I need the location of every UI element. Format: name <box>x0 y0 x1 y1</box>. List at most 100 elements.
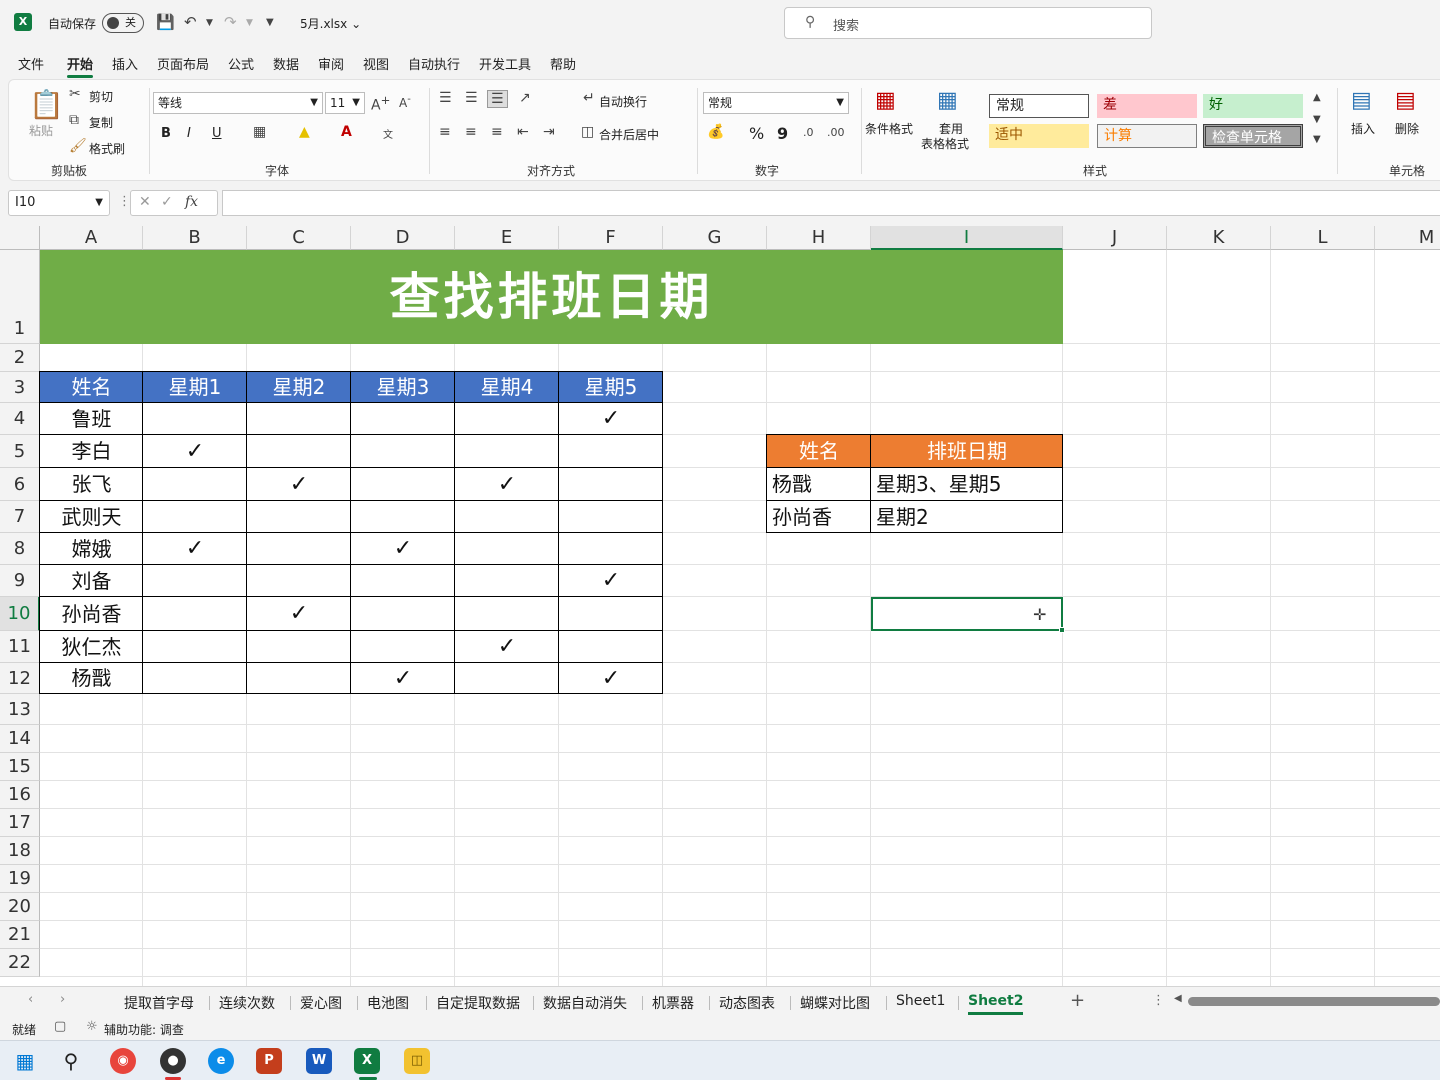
lookup-name-cell[interactable]: 杨戬 <box>767 468 871 501</box>
app-icon[interactable]: ● <box>160 1048 186 1074</box>
align-center-icon[interactable]: ≡ <box>465 124 477 140</box>
sheet-tab-5[interactable]: 自定提取数据 <box>436 993 520 1013</box>
row-header-4[interactable]: 4 <box>0 403 40 435</box>
check-mark-cell[interactable]: ✓ <box>559 663 663 694</box>
column-header-c[interactable]: C <box>247 226 351 250</box>
align-top-icon[interactable]: ☰ <box>439 90 452 106</box>
empty-cell[interactable] <box>351 501 455 533</box>
empty-cell[interactable] <box>143 597 247 631</box>
macro-record-icon[interactable]: ▢ <box>54 1019 66 1034</box>
orientation-icon[interactable]: ↗ <box>519 90 531 106</box>
empty-cell[interactable] <box>143 468 247 501</box>
decrease-font-icon[interactable]: A- <box>399 94 411 110</box>
horizontal-scrollbar[interactable] <box>1188 997 1440 1006</box>
empty-cell[interactable] <box>247 501 351 533</box>
tab-data[interactable]: 数据 <box>273 54 299 73</box>
table-format-line2[interactable]: 表格格式 <box>921 135 969 152</box>
sheet-tab-6[interactable]: 数据自动消失 <box>543 993 627 1013</box>
copy-icon[interactable]: ⧉ <box>69 112 79 128</box>
format-painter-icon[interactable]: 🖌 <box>69 138 87 154</box>
undo-icon[interactable]: ↶ <box>184 13 197 31</box>
number-format-select[interactable]: 常规 ▼ <box>703 92 849 114</box>
save-icon[interactable]: 💾 <box>156 13 175 31</box>
row-header-16[interactable]: 16 <box>0 781 40 809</box>
align-middle-icon[interactable]: ☰ <box>465 90 478 106</box>
schedule-name-cell[interactable]: 孙尚香 <box>40 597 143 631</box>
conditional-format-icon[interactable]: ▦ <box>875 88 896 113</box>
empty-cell[interactable] <box>455 597 559 631</box>
row-header-11[interactable]: 11 <box>0 631 40 663</box>
italic-button[interactable]: I <box>187 126 191 141</box>
row-header-10[interactable]: 10 <box>0 597 40 631</box>
chrome-icon[interactable]: ◉ <box>110 1048 136 1074</box>
empty-cell[interactable] <box>143 631 247 663</box>
tab-view[interactable]: 视图 <box>363 54 389 73</box>
column-header-h[interactable]: H <box>767 226 871 250</box>
row-header-19[interactable]: 19 <box>0 865 40 893</box>
cancel-icon[interactable]: ✕ <box>139 194 151 210</box>
lookup-header-cell[interactable]: 姓名 <box>767 435 871 468</box>
merge-center-icon[interactable]: ◫ <box>581 124 594 140</box>
empty-cell[interactable] <box>455 501 559 533</box>
schedule-header-cell[interactable]: 星期2 <box>247 372 351 403</box>
wrap-text-icon[interactable]: ↵ <box>583 90 595 106</box>
row-header-21[interactable]: 21 <box>0 921 40 949</box>
empty-cell[interactable] <box>559 597 663 631</box>
schedule-name-cell[interactable]: 鲁班 <box>40 403 143 435</box>
schedule-name-cell[interactable]: 张飞 <box>40 468 143 501</box>
font-color-icon[interactable]: A <box>341 124 352 140</box>
cell-style-option[interactable]: 差 <box>1097 94 1197 118</box>
format-painter-button[interactable]: 格式刷 <box>89 140 125 157</box>
gallery-more-icon[interactable]: ▼ <box>1313 134 1321 145</box>
row-header-5[interactable]: 5 <box>0 435 40 468</box>
empty-cell[interactable] <box>351 631 455 663</box>
check-mark-cell[interactable]: ✓ <box>455 468 559 501</box>
search-icon[interactable]: ⚲ <box>58 1048 84 1074</box>
empty-cell[interactable] <box>559 533 663 565</box>
empty-cell[interactable] <box>247 403 351 435</box>
lookup-result-cell[interactable]: 星期3、星期5 <box>871 468 1063 501</box>
row-header-7[interactable]: 7 <box>0 501 40 533</box>
fill-color-icon[interactable]: ▲ <box>299 124 310 140</box>
cell-style-option[interactable]: 计算 <box>1097 124 1197 148</box>
check-mark-cell[interactable]: ✓ <box>455 631 559 663</box>
empty-cell[interactable] <box>247 565 351 597</box>
decrease-indent-icon[interactable]: ⇤ <box>517 124 529 140</box>
merge-center-button[interactable]: 合并后居中 <box>599 126 659 143</box>
row-header-13[interactable]: 13 <box>0 694 40 725</box>
align-right-icon[interactable]: ≡ <box>491 124 503 140</box>
lookup-header-cell[interactable]: 排班日期 <box>871 435 1063 468</box>
copy-button[interactable]: 复制 <box>89 114 113 131</box>
increase-decimal-icon[interactable]: .0 <box>803 126 814 139</box>
percent-button[interactable]: % <box>749 124 764 143</box>
decrease-decimal-icon[interactable]: .00 <box>827 126 845 139</box>
edge-icon[interactable]: e <box>208 1048 234 1074</box>
schedule-header-cell[interactable]: 星期5 <box>559 372 663 403</box>
empty-cell[interactable] <box>351 403 455 435</box>
insert-function-icon[interactable]: fx <box>185 194 198 210</box>
powerpoint-icon[interactable]: P <box>256 1048 282 1074</box>
row-header-17[interactable]: 17 <box>0 809 40 837</box>
accessibility-status[interactable]: 辅助功能: 调查 <box>104 1021 184 1038</box>
table-format-icon[interactable]: ▦ <box>937 88 958 113</box>
align-bottom-icon[interactable]: ☰ <box>487 90 508 108</box>
insert-cells-button[interactable]: 插入 <box>1351 120 1375 137</box>
check-mark-cell[interactable]: ✓ <box>247 597 351 631</box>
schedule-header-cell[interactable]: 星期4 <box>455 372 559 403</box>
word-icon[interactable]: W <box>306 1048 332 1074</box>
row-header-1[interactable]: 1 <box>0 250 40 344</box>
empty-cell[interactable] <box>455 403 559 435</box>
row-header-22[interactable]: 22 <box>0 949 40 977</box>
check-mark-cell[interactable]: ✓ <box>351 533 455 565</box>
column-header-k[interactable]: K <box>1167 226 1271 250</box>
empty-cell[interactable] <box>351 468 455 501</box>
empty-cell[interactable] <box>143 501 247 533</box>
schedule-name-cell[interactable]: 李白 <box>40 435 143 468</box>
schedule-name-cell[interactable]: 嫦娥 <box>40 533 143 565</box>
accessibility-icon[interactable]: ☼ <box>86 1019 98 1034</box>
tab-help[interactable]: 帮助 <box>550 54 576 73</box>
schedule-header-cell[interactable]: 姓名 <box>40 372 143 403</box>
schedule-name-cell[interactable]: 杨戬 <box>40 663 143 694</box>
banner-title[interactable]: 查找排班日期 <box>40 250 1063 344</box>
search-box[interactable]: ⚲ 搜索 <box>784 7 1152 39</box>
